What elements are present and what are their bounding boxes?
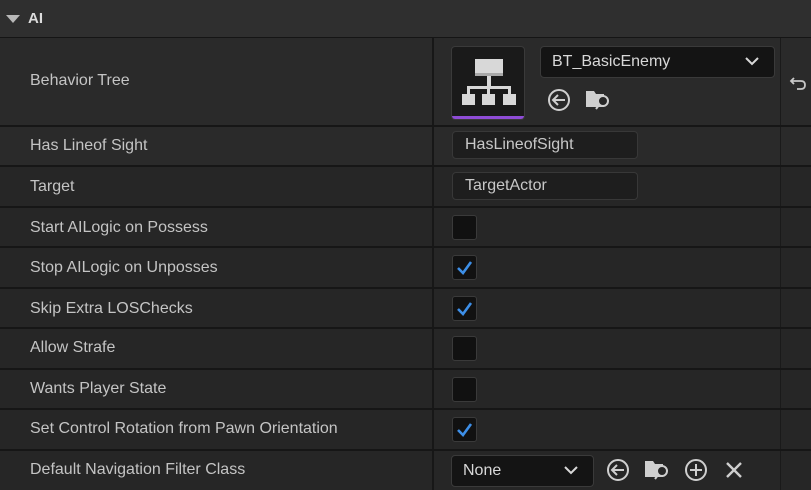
column-divider[interactable] [432, 248, 434, 287]
row-target: Target TargetActor [0, 167, 811, 208]
folder-search-icon[interactable] [584, 86, 612, 112]
row-stop-ai-logic: Stop AILogic on Unposses [0, 248, 811, 289]
skip-extra-los-checkbox[interactable] [452, 296, 477, 321]
set-control-rotation-checkbox[interactable] [452, 417, 477, 442]
allow-strafe-label: Allow Strafe [30, 339, 116, 356]
nav-filter-class-value: None [463, 462, 502, 479]
column-divider [780, 127, 781, 165]
behavior-tree-asset-value: BT_BasicEnemy [552, 53, 671, 70]
collapse-caret-icon[interactable] [6, 14, 20, 23]
start-ai-logic-label: Start AILogic on Possess [30, 219, 208, 236]
column-divider [780, 167, 781, 206]
column-divider [780, 370, 781, 408]
behavior-tree-label: Behavior Tree [30, 72, 130, 89]
arrow-left-circle-icon[interactable] [605, 457, 631, 483]
behavior-tree-thumbnail[interactable] [451, 46, 525, 120]
default-nav-filter-label: Default Navigation Filter Class [30, 461, 246, 478]
column-divider[interactable] [432, 289, 434, 327]
column-divider[interactable] [432, 370, 434, 408]
column-divider [780, 410, 781, 449]
reset-arrow-icon[interactable] [788, 72, 808, 92]
wants-player-state-checkbox[interactable] [452, 377, 477, 402]
checkmark-icon [457, 302, 473, 316]
column-divider [780, 451, 781, 490]
row-has-line-of-sight: Has Lineof Sight HasLineofSight [0, 127, 811, 167]
behavior-tree-icon [462, 59, 516, 105]
target-input[interactable]: TargetActor [452, 172, 638, 200]
column-divider[interactable] [432, 208, 434, 246]
target-label: Target [30, 178, 75, 195]
set-control-rotation-label: Set Control Rotation from Pawn Orientati… [30, 420, 338, 437]
row-wants-player-state: Wants Player State [0, 370, 811, 410]
allow-strafe-checkbox[interactable] [452, 336, 477, 361]
column-divider[interactable] [432, 38, 434, 125]
section-title: AI [28, 10, 43, 27]
column-divider[interactable] [432, 127, 434, 165]
column-divider[interactable] [432, 410, 434, 449]
chevron-down-icon [564, 466, 578, 475]
arrow-left-circle-icon[interactable] [546, 87, 572, 113]
has-line-of-sight-label: Has Lineof Sight [30, 137, 148, 154]
column-divider [780, 38, 781, 125]
ai-section-header[interactable]: AI [0, 0, 811, 38]
checkmark-icon [457, 423, 473, 437]
column-divider [780, 289, 781, 327]
column-divider [780, 208, 781, 246]
asset-type-color-bar [452, 116, 524, 119]
wants-player-state-label: Wants Player State [30, 380, 167, 397]
row-set-control-rotation: Set Control Rotation from Pawn Orientati… [0, 410, 811, 451]
nav-filter-class-combo[interactable]: None [451, 455, 594, 487]
behavior-tree-asset-combo[interactable]: BT_BasicEnemy [540, 46, 775, 78]
column-divider [780, 329, 781, 368]
row-allow-strafe: Allow Strafe [0, 329, 811, 370]
skip-extra-los-label: Skip Extra LOSChecks [30, 300, 193, 317]
plus-circle-icon[interactable] [683, 457, 709, 483]
checkmark-icon [457, 261, 473, 275]
row-start-ai-logic: Start AILogic on Possess [0, 208, 811, 248]
folder-search-icon[interactable] [643, 456, 671, 482]
column-divider[interactable] [432, 451, 434, 490]
start-ai-logic-checkbox[interactable] [452, 215, 477, 240]
row-skip-extra-los: Skip Extra LOSChecks [0, 289, 811, 329]
close-icon[interactable] [723, 459, 745, 481]
column-divider[interactable] [432, 167, 434, 206]
has-line-of-sight-input[interactable]: HasLineofSight [452, 131, 638, 159]
column-divider[interactable] [432, 329, 434, 368]
chevron-down-icon [745, 57, 759, 66]
column-divider [780, 248, 781, 287]
details-panel: AI Behavior Tree BT_BasicEnemy Has Lineo… [0, 0, 811, 490]
stop-ai-logic-label: Stop AILogic on Unposses [30, 259, 218, 276]
stop-ai-logic-checkbox[interactable] [452, 255, 477, 280]
